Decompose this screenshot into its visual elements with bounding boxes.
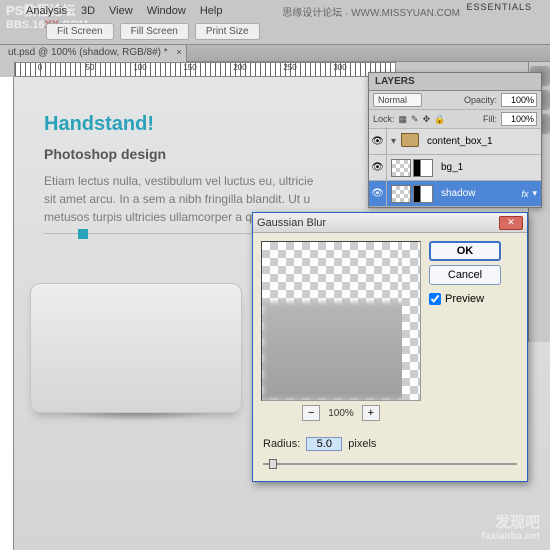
ruler-vertical[interactable]	[0, 77, 14, 550]
layer-bg1[interactable]: 👁 bg_1	[369, 155, 541, 181]
menu-help[interactable]: Help	[200, 5, 223, 17]
print-size-button[interactable]: Print Size	[195, 23, 260, 40]
lock-position-icon[interactable]: ✥	[423, 114, 431, 125]
main-menu: Analysis 3D View Window Help	[0, 2, 550, 20]
opacity-label: Opacity:	[464, 95, 497, 105]
design-content: Handstand! Photoshop design Etiam lectus…	[44, 113, 320, 226]
menu-view[interactable]: View	[109, 5, 133, 17]
close-tab-icon[interactable]: ×	[176, 47, 181, 57]
ruler-horizontal[interactable]: 0 50 100 150 200 250 300	[14, 62, 396, 77]
filter-preview[interactable]	[261, 241, 421, 401]
radius-unit: pixels	[348, 438, 376, 450]
layer-name: bg_1	[437, 162, 541, 173]
layer-thumb	[391, 159, 411, 177]
layers-tab[interactable]: LAYERS	[369, 73, 541, 91]
layers-panel: LAYERS Normal Opacity: Lock: ▦ ✎ ✥ 🔒 Fil…	[368, 72, 542, 208]
layer-name: shadow	[437, 188, 521, 199]
slider-handle[interactable]	[269, 459, 277, 469]
document-tab-label: ut.psd @ 100% (shadow, RGB/8#) *	[8, 47, 168, 58]
cancel-button[interactable]: Cancel	[429, 265, 501, 285]
radius-input[interactable]	[306, 437, 342, 451]
layer-group-content-box[interactable]: 👁 ▾ content_box_1	[369, 129, 541, 155]
visibility-icon[interactable]: 👁	[369, 129, 387, 154]
close-icon[interactable]: ✕	[499, 216, 523, 230]
ok-button[interactable]: OK	[429, 241, 501, 261]
mask-thumb	[413, 185, 433, 203]
zoom-controls: − 100% +	[261, 405, 421, 421]
fill-label: Fill:	[483, 114, 497, 124]
preview-checkbox[interactable]	[429, 293, 441, 305]
dialog-titlebar[interactable]: Gaussian Blur ✕	[253, 213, 527, 233]
preview-checkbox-row[interactable]: Preview	[429, 293, 484, 305]
fx-badge[interactable]: fx	[521, 189, 528, 199]
blend-row: Normal Opacity:	[369, 91, 541, 110]
gaussian-blur-dialog: Gaussian Blur ✕ − 100% + OK Cancel Previ…	[252, 212, 528, 482]
preview-label: Preview	[445, 293, 484, 305]
menu-analysis[interactable]: Analysis	[26, 5, 67, 17]
zoom-percent: 100%	[328, 408, 354, 419]
folder-icon	[401, 133, 419, 147]
lock-label: Lock:	[373, 114, 395, 124]
design-card-shadow	[24, 413, 248, 431]
document-tab-bar: ut.psd @ 100% (shadow, RGB/8#) * ×	[0, 44, 550, 62]
radius-row: Radius: pixels	[253, 431, 527, 455]
blend-mode-select[interactable]: Normal	[373, 93, 422, 107]
design-subheading: Photoshop design	[44, 146, 320, 162]
options-bar: Fit Screen Fill Screen Print Size	[46, 20, 260, 42]
visibility-icon[interactable]: 👁	[369, 181, 387, 206]
watermark-bottom-right: 发现吧 faxianba.net	[482, 516, 540, 544]
design-heading: Handstand!	[44, 113, 320, 136]
radius-slider[interactable]	[263, 457, 517, 471]
menu-3d[interactable]: 3D	[81, 5, 95, 17]
layer-name: content_box_1	[423, 136, 541, 147]
lock-transparency-icon[interactable]: ▦	[399, 114, 408, 125]
ruler-numbers: 0 50 100 150 200 250 300	[15, 63, 365, 72]
opacity-input[interactable]	[501, 93, 537, 107]
zoom-in-button[interactable]: +	[362, 405, 380, 421]
lock-all-icon[interactable]: 🔒	[434, 114, 445, 125]
radius-label: Radius:	[263, 438, 300, 450]
layer-shadow[interactable]: 👁 shadow fx ▾	[369, 181, 541, 207]
zoom-out-button[interactable]: −	[302, 405, 320, 421]
document-tab[interactable]: ut.psd @ 100% (shadow, RGB/8#) * ×	[0, 45, 187, 63]
fill-screen-button[interactable]: Fill Screen	[120, 23, 189, 40]
fill-input[interactable]	[501, 112, 537, 126]
disclosure-triangle-icon[interactable]: ▾	[391, 133, 399, 151]
slider-knob-icon	[78, 229, 88, 239]
mask-thumb	[413, 159, 433, 177]
fit-screen-button[interactable]: Fit Screen	[46, 23, 114, 40]
visibility-icon[interactable]: 👁	[369, 155, 387, 180]
layer-thumb	[391, 185, 411, 203]
design-card	[30, 283, 242, 413]
menu-window[interactable]: Window	[147, 5, 186, 17]
lock-pixels-icon[interactable]: ✎	[411, 114, 419, 125]
lock-row: Lock: ▦ ✎ ✥ 🔒 Fill:	[369, 110, 541, 129]
chevron-down-icon[interactable]: ▾	[532, 188, 537, 199]
dialog-title: Gaussian Blur	[257, 217, 499, 229]
